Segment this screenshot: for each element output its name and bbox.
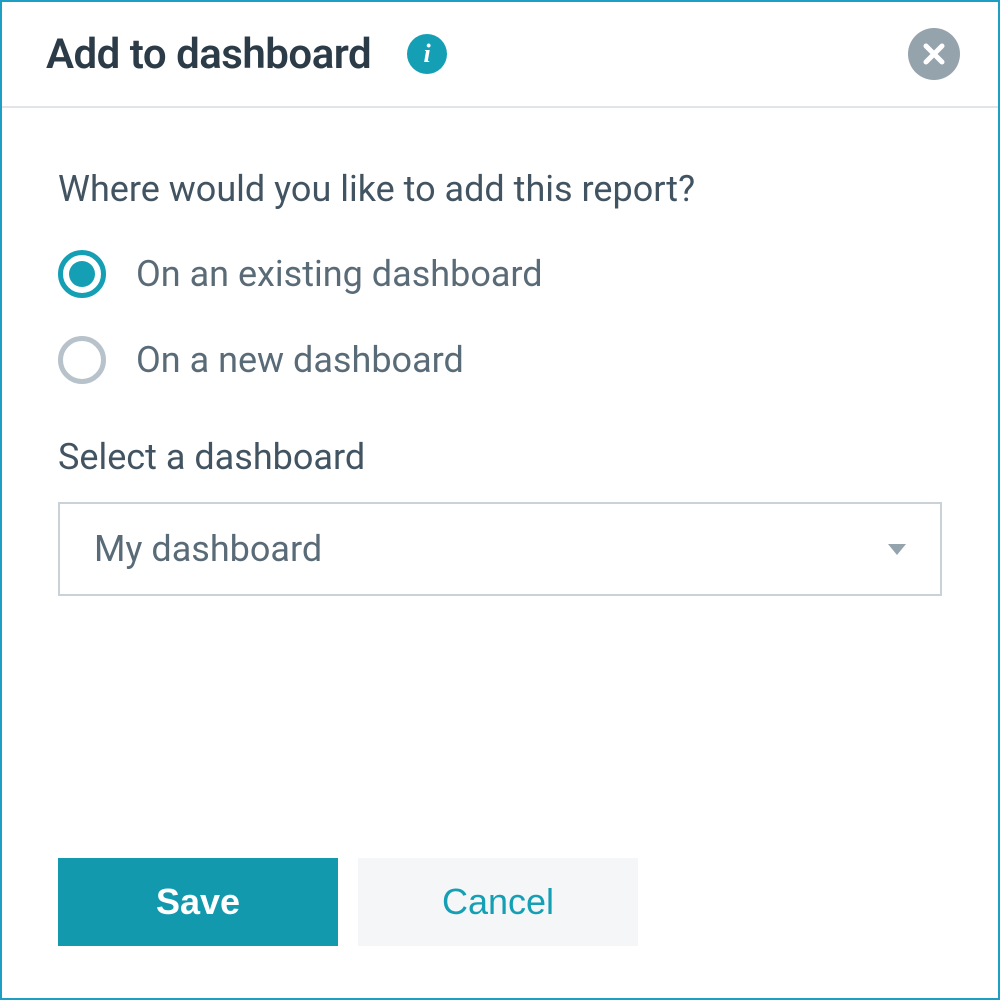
close-icon[interactable] [908,28,960,80]
select-label: Select a dashboard [58,436,942,478]
question-text: Where would you like to add this report? [58,168,942,210]
modal-title: Add to dashboard [46,30,371,79]
modal-footer: Save Cancel [2,858,998,998]
radio-option-existing[interactable]: On an existing dashboard [58,250,942,298]
modal-header: Add to dashboard i [2,2,998,108]
info-icon[interactable]: i [407,34,447,74]
radio-option-new[interactable]: On a new dashboard [58,336,942,384]
radio-icon [58,250,106,298]
dashboard-select[interactable]: My dashboard [58,502,942,596]
modal-body: Where would you like to add this report?… [2,108,998,858]
radio-group: On an existing dashboard On a new dashbo… [58,250,942,384]
radio-icon [58,336,106,384]
chevron-down-icon [888,544,906,555]
add-to-dashboard-modal: Add to dashboard i Where would you like … [0,0,1000,1000]
cancel-button[interactable]: Cancel [358,858,638,946]
save-button[interactable]: Save [58,858,338,946]
radio-label-new: On a new dashboard [136,339,464,381]
select-value: My dashboard [94,528,888,570]
radio-label-existing: On an existing dashboard [136,253,543,295]
